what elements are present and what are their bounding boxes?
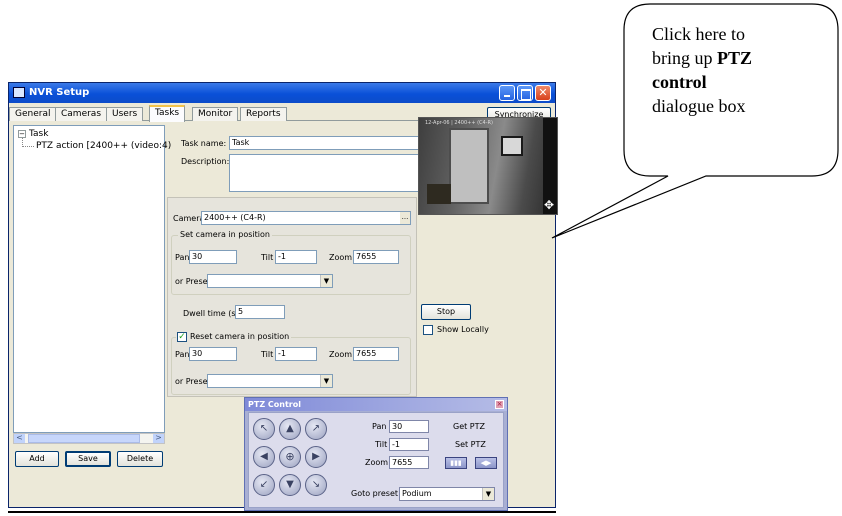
ptz-pan-label: Pan [372,422,387,431]
reset-pan-label: Pan [175,350,190,359]
ptz-pan-input[interactable]: 30 [389,420,429,433]
task-tree[interactable]: − Task PTZ action [2400++ (video:4) [13,125,171,433]
callout-line-4: dialogue box [652,96,746,116]
reset-tilt-label: Tilt [261,350,274,359]
zoom-input[interactable]: 7655 [353,250,399,264]
tilt-input[interactable]: -1 [275,250,317,264]
scroll-thumb[interactable] [28,434,140,443]
close-button[interactable]: ✕ [535,85,551,101]
move-icon[interactable]: ✥ [544,198,554,212]
pan-input[interactable]: 30 [189,250,237,264]
pan-up-left-icon[interactable]: ↖ [253,418,275,440]
show-locally-checkbox[interactable] [423,325,433,335]
maximize-button[interactable] [517,85,533,101]
title-bar[interactable]: NVR Setup ✕ [9,83,555,103]
goto-preset-select[interactable]: Podium ▼ [399,487,495,501]
ptz-zoom-input[interactable]: 7655 [389,456,429,469]
goto-preset-label: Goto preset [351,489,399,498]
tree-node-ptz-action[interactable]: PTZ action [2400++ (video:4) [36,141,171,151]
scroll-left-icon[interactable]: < [14,434,25,443]
ptz-control-dialog: PTZ Control × ↖ ▲ ↗ ◀ ⊕ ▶ ↙ ▼ ↘ Pan 30 T… [244,397,508,511]
video-object [427,184,451,204]
task-name-label: Task name: [181,139,227,148]
pan-right-icon[interactable]: ▶ [305,446,327,468]
tilt-label: Tilt [261,253,274,262]
camera-browse-button[interactable]: ... [400,212,410,224]
callout-line-3-bold: control [652,72,707,92]
pan-down-right-icon[interactable]: ↘ [305,474,327,496]
video-door [449,128,489,204]
reset-pan-input[interactable]: 30 [189,347,237,361]
video-picture-frame [501,136,523,156]
camera-label: Camera [173,214,205,223]
pan-label: Pan [175,253,190,262]
callout-line-2: bring up PTZ [652,46,820,70]
camera-value: 2400++ (C4-R) [204,213,266,222]
callout-line-3: control [652,70,820,94]
tab-cameras[interactable]: Cameras [55,107,108,121]
reset-position-checkbox[interactable]: ✓ [177,332,187,342]
camera-input[interactable]: 2400++ (C4-R) ... [201,211,411,225]
tab-general[interactable]: General [9,107,57,121]
window-title: NVR Setup [29,87,90,98]
reset-zoom-label: Zoom [329,350,353,359]
pan-up-right-icon[interactable]: ↗ [305,418,327,440]
stop-button[interactable]: Stop [421,304,471,320]
delete-button[interactable]: Delete [117,451,163,467]
set-ptz-label[interactable]: Set PTZ [455,440,486,449]
ptz-close-icon[interactable]: × [495,400,504,409]
preset-select[interactable]: ▼ [207,274,333,288]
reset-zoom-input[interactable]: 7655 [353,347,399,361]
save-button[interactable]: Save [65,451,111,467]
dwell-time-input[interactable]: 5 [235,305,285,319]
callout-line-2-bold: PTZ [717,48,753,68]
description-label: Description: [181,157,230,166]
tab-reports[interactable]: Reports [240,107,287,121]
pan-left-icon[interactable]: ◀ [253,446,275,468]
tree-horizontal-scrollbar[interactable]: < > [13,433,165,444]
tree-connector [22,138,34,147]
reset-preset-label: or Preset [175,377,211,386]
callout-line-2-text: bring up [652,48,717,68]
zoom-label: Zoom [329,253,353,262]
ptz-body: ↖ ▲ ↗ ◀ ⊕ ▶ ↙ ▼ ↘ Pan 30 Tilt -1 Zoom 76… [248,412,504,508]
get-ptz-button[interactable]: ▮▮▮ [445,457,467,469]
tab-users[interactable]: Users [106,107,144,121]
tilt-down-icon[interactable]: ▼ [279,474,301,496]
reset-position-legend: Reset camera in position [176,332,292,341]
set-position-legend: Set camera in position [178,230,272,239]
reset-preset-select[interactable]: ▼ [207,374,333,388]
chevron-down-icon[interactable]: ▼ [482,488,494,500]
ptz-title-bar[interactable]: PTZ Control [245,398,507,411]
get-ptz-label[interactable]: Get PTZ [453,422,485,431]
chevron-down-icon[interactable]: ▼ [320,275,332,287]
dwell-time-label: Dwell time (s) [183,309,239,318]
chevron-down-icon[interactable]: ▼ [320,375,332,387]
home-center-icon[interactable]: ⊕ [279,446,301,468]
callout-line-1: Click here to [652,24,745,44]
goto-preset-value: Podium [402,489,432,498]
callout-text: Click here to bring up PTZ control dialo… [652,22,820,118]
ptz-tilt-label: Tilt [375,440,388,449]
video-caption: 12-Apr-06 | 2400++ (C4-R) [425,120,493,126]
scroll-right-icon[interactable]: > [153,434,164,443]
ptz-tilt-input[interactable]: -1 [389,438,429,451]
ptz-title: PTZ Control [248,400,301,409]
app-icon [13,87,25,98]
reset-tilt-input[interactable]: -1 [275,347,317,361]
camera-video-preview[interactable]: 12-Apr-06 | 2400++ (C4-R) ✥ [418,117,558,215]
show-locally-label: Show Locally [437,325,489,334]
add-button[interactable]: Add [15,451,59,467]
collapse-icon[interactable]: − [18,130,26,138]
preset-label: or Preset [175,277,211,286]
tilt-up-icon[interactable]: ▲ [279,418,301,440]
minimize-button[interactable] [499,85,515,101]
set-ptz-button[interactable]: ◀▶ [475,457,497,469]
page-rule [8,511,556,513]
ptz-zoom-label: Zoom [365,458,389,467]
tab-tasks[interactable]: Tasks [149,105,186,122]
pan-down-left-icon[interactable]: ↙ [253,474,275,496]
tab-monitor[interactable]: Monitor [192,107,239,121]
